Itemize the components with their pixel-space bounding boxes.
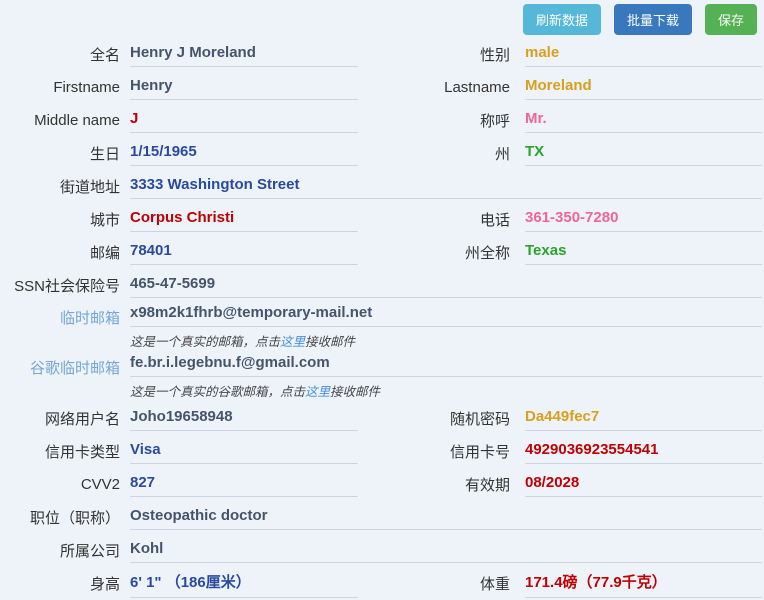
city-value[interactable]: Corpus Christi [130, 207, 358, 232]
phone-value[interactable]: 361-350-7280 [525, 207, 762, 232]
salutation-value[interactable]: Mr. [525, 108, 762, 133]
state-label: 州 [360, 143, 510, 164]
occupation-value[interactable]: Osteopathic doctor [130, 505, 762, 530]
temp-email-hint-text-post: 接收邮件 [305, 335, 355, 349]
gender-value[interactable]: male [525, 42, 762, 67]
form-row-temp-email: 临时邮箱 x98m2k1fhrb@temporary-mail.net 这是一个… [0, 302, 764, 352]
cvv2-label: CVV2 [0, 476, 120, 493]
form-row-zip-statefull: 邮编 78401 州全称 Texas [0, 236, 764, 269]
lastname-label: Lastname [360, 79, 510, 96]
gmail-inbox-link[interactable]: 这里 [305, 385, 330, 399]
state-fullname-value[interactable]: Texas [525, 240, 762, 265]
company-label: 所属公司 [0, 540, 120, 561]
temp-email-label: 临时邮箱 [0, 302, 120, 328]
form-row-company: 所属公司 Kohl [0, 534, 764, 567]
card-number-value[interactable]: 4929036923554541 [525, 439, 762, 464]
state-value[interactable]: TX [525, 141, 762, 166]
expiry-label: 有效期 [360, 474, 510, 495]
form-row-middlename-title: Middle name J 称呼 Mr. [0, 104, 764, 137]
salutation-label: 称呼 [360, 110, 510, 131]
company-value[interactable]: Kohl [130, 538, 762, 563]
card-type-value[interactable]: Visa [130, 439, 358, 464]
expiry-value[interactable]: 08/2028 [525, 472, 762, 497]
form-row-cardtype-cardnumber: 信用卡类型 Visa 信用卡号 4929036923554541 [0, 435, 764, 468]
card-type-label: 信用卡类型 [0, 441, 120, 462]
form-row-street: 街道地址 3333 Washington Street [0, 170, 764, 203]
state-fullname-label: 州全称 [360, 242, 510, 263]
username-value[interactable]: Joho19658948 [130, 406, 358, 431]
form-row-fullname-gender: 全名 Henry J Moreland 性别 male [0, 38, 764, 71]
gmail-label: 谷歌临时邮箱 [0, 352, 120, 378]
height-label: 身高 [0, 573, 120, 594]
weight-value[interactable]: 171.4磅（77.9千克） [525, 569, 762, 598]
form-row-ssn: SSN社会保险号 465-47-5699 [0, 269, 764, 302]
form-row-gmail: 谷歌临时邮箱 fe.br.i.legebnu.f@gmail.com 这是一个真… [0, 352, 764, 402]
form-row-username-password: 网络用户名 Joho19658948 随机密码 Da449fec7 [0, 402, 764, 435]
card-number-label: 信用卡号 [360, 441, 510, 462]
phone-label: 电话 [360, 209, 510, 230]
form-row-occupation: 职位（职称） Osteopathic doctor [0, 501, 764, 534]
identity-form: 全名 Henry J Moreland 性别 male Firstname He… [0, 0, 764, 600]
gmail-hint-text-post: 接收邮件 [330, 385, 380, 399]
save-button[interactable]: 保存 [705, 4, 757, 35]
form-row-city-phone: 城市 Corpus Christi 电话 361-350-7280 [0, 203, 764, 236]
refresh-data-button[interactable]: 刷新数据 [523, 4, 601, 35]
toolbar: 刷新数据 批量下载 保存 [523, 4, 757, 35]
form-row-height-weight: 身高 6' 1" （186厘米） 体重 171.4磅（77.9千克） [0, 567, 764, 600]
temp-email-value[interactable]: x98m2k1fhrb@temporary-mail.net [130, 302, 762, 327]
middlename-label: Middle name [0, 112, 120, 129]
form-row-birthday-state: 生日 1/15/1965 州 TX [0, 137, 764, 170]
temp-email-hint-text: 这是一个真实的邮箱，点击 [130, 335, 280, 349]
street-label: 街道地址 [0, 176, 120, 197]
gmail-value[interactable]: fe.br.i.legebnu.f@gmail.com [130, 352, 762, 377]
firstname-label: Firstname [0, 79, 120, 96]
lastname-value[interactable]: Moreland [525, 75, 762, 100]
batch-download-button[interactable]: 批量下载 [614, 4, 692, 35]
username-label: 网络用户名 [0, 408, 120, 429]
firstname-value[interactable]: Henry [130, 75, 358, 100]
ssn-value[interactable]: 465-47-5699 [130, 273, 762, 298]
form-row-cvv-expiry: CVV2 827 有效期 08/2028 [0, 468, 764, 501]
cvv2-value[interactable]: 827 [130, 472, 358, 497]
zipcode-label: 邮编 [0, 242, 120, 263]
weight-label: 体重 [360, 573, 510, 594]
zipcode-value[interactable]: 78401 [130, 240, 358, 265]
fullname-value[interactable]: Henry J Moreland [130, 42, 358, 67]
temp-email-hint: 这是一个真实的邮箱，点击这里接收邮件 [130, 327, 762, 352]
birthday-label: 生日 [0, 143, 120, 164]
occupation-label: 职位（职称） [0, 507, 120, 528]
temp-email-inbox-link[interactable]: 这里 [280, 335, 305, 349]
middlename-value[interactable]: J [130, 108, 358, 133]
ssn-label: SSN社会保险号 [0, 275, 120, 296]
password-label: 随机密码 [360, 408, 510, 429]
city-label: 城市 [0, 209, 120, 230]
birthday-value[interactable]: 1/15/1965 [130, 141, 358, 166]
street-value[interactable]: 3333 Washington Street [130, 174, 762, 199]
form-row-firstname-lastname: Firstname Henry Lastname Moreland [0, 71, 764, 104]
height-value[interactable]: 6' 1" （186厘米） [130, 569, 358, 598]
gmail-hint: 这是一个真实的谷歌邮箱，点击这里接收邮件 [130, 377, 762, 402]
fullname-label: 全名 [0, 44, 120, 65]
password-value[interactable]: Da449fec7 [525, 406, 762, 431]
gmail-hint-text: 这是一个真实的谷歌邮箱，点击 [130, 385, 305, 399]
gender-label: 性别 [360, 44, 510, 65]
